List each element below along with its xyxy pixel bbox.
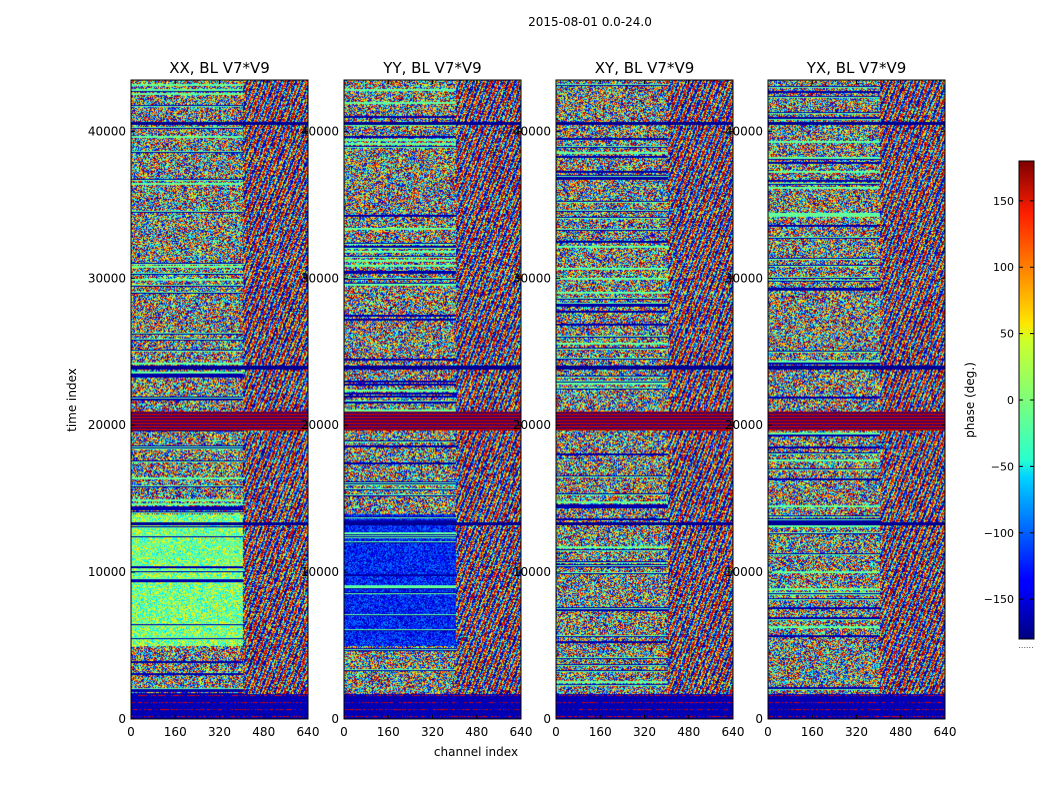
colorbar-tick-label: 0 — [1007, 394, 1014, 407]
x-tick-label: 480 — [465, 725, 488, 739]
x-tick-label: 640 — [510, 725, 533, 739]
colorbar: −150 −100 −50 0 50 100 150 phase (deg.) ...... — [963, 160, 1035, 650]
panel-3: XY, BL V7*V9 0 160 320 480 640 0 10000 20000 3000… — [513, 59, 745, 739]
y-tick-label: 0 — [543, 712, 551, 726]
y-tick-label: 0 — [755, 712, 763, 726]
x-tick-label: 320 — [633, 725, 656, 739]
x-tick-label: 320 — [845, 725, 868, 739]
y-tick-label: 20000 — [513, 418, 551, 432]
heatmap-image — [344, 80, 521, 719]
y-tick-label: 0 — [331, 712, 339, 726]
panel-title: XY, BL V7*V9 — [595, 59, 695, 77]
panel-1: XX, BL V7*V9 0 160 320 480 640 0 10000 20000 3000… — [88, 59, 320, 739]
colorbar-tick-label: −50 — [991, 460, 1014, 473]
x-tick-label: 320 — [208, 725, 231, 739]
x-tick-label: 0 — [127, 725, 135, 739]
y-tick-label: 0 — [118, 712, 126, 726]
y-tick-label: 30000 — [301, 271, 339, 285]
y-tick-label: 10000 — [88, 565, 126, 579]
colorbar-label: phase (deg.) — [963, 362, 977, 438]
x-tick-label: 0 — [764, 725, 772, 739]
x-tick-label: 160 — [377, 725, 400, 739]
colorbar-tick-label: 100 — [993, 261, 1014, 274]
colorbar-extend-dots: ...... — [1018, 641, 1033, 650]
panel-title: XX, BL V7*V9 — [169, 59, 270, 77]
heatmap-panels: XX, BL V7*V9 0 160 320 480 640 0 10000 20000 3000… — [88, 59, 957, 739]
x-tick-label: 640 — [297, 725, 320, 739]
y-tick-label: 30000 — [513, 271, 551, 285]
y-tick-label: 20000 — [725, 418, 763, 432]
x-tick-label: 160 — [801, 725, 824, 739]
colorbar-tick-label: −100 — [984, 527, 1014, 540]
x-tick-label: 0 — [340, 725, 348, 739]
panel-2: YY, BL V7*V9 0 160 320 480 640 0 10000 20000 3000… — [301, 59, 533, 739]
x-tick-label: 160 — [164, 725, 187, 739]
y-tick-label: 40000 — [725, 124, 763, 138]
colorbar-tick-label: 50 — [1000, 328, 1014, 341]
y-axis-label: time index — [65, 368, 79, 432]
y-tick-label: 40000 — [88, 124, 126, 138]
x-tick-label: 320 — [421, 725, 444, 739]
panel-title: YY, BL V7*V9 — [382, 59, 481, 77]
y-tick-label: 40000 — [513, 124, 551, 138]
x-tick-label: 480 — [889, 725, 912, 739]
figure: 2015-08-01 0.0-24.0 channel index time i… — [65, 15, 1035, 759]
x-axis-label: channel index — [434, 745, 518, 759]
colorbar-tick-label: −150 — [984, 593, 1014, 606]
y-tick-label: 20000 — [88, 418, 126, 432]
y-tick-label: 40000 — [301, 124, 339, 138]
x-tick-label: 0 — [552, 725, 560, 739]
heatmap-image — [556, 80, 733, 719]
colorbar-tick-label: 150 — [993, 195, 1014, 208]
x-tick-label: 480 — [677, 725, 700, 739]
panel-4: YX, BL V7*V9 0 160 320 480 640 0 10000 20000 3000… — [725, 59, 957, 739]
y-tick-label: 10000 — [513, 565, 551, 579]
x-tick-label: 640 — [722, 725, 745, 739]
x-tick-label: 640 — [934, 725, 957, 739]
x-tick-label: 160 — [589, 725, 612, 739]
panel-title: YX, BL V7*V9 — [806, 59, 907, 77]
y-tick-label: 30000 — [725, 271, 763, 285]
x-tick-label: 480 — [252, 725, 275, 739]
y-tick-label: 10000 — [725, 565, 763, 579]
y-tick-label: 30000 — [88, 271, 126, 285]
heatmap-image — [131, 80, 308, 719]
y-tick-label: 20000 — [301, 418, 339, 432]
figure-suptitle: 2015-08-01 0.0-24.0 — [528, 15, 652, 29]
heatmap-image — [768, 80, 945, 719]
y-tick-label: 10000 — [301, 565, 339, 579]
